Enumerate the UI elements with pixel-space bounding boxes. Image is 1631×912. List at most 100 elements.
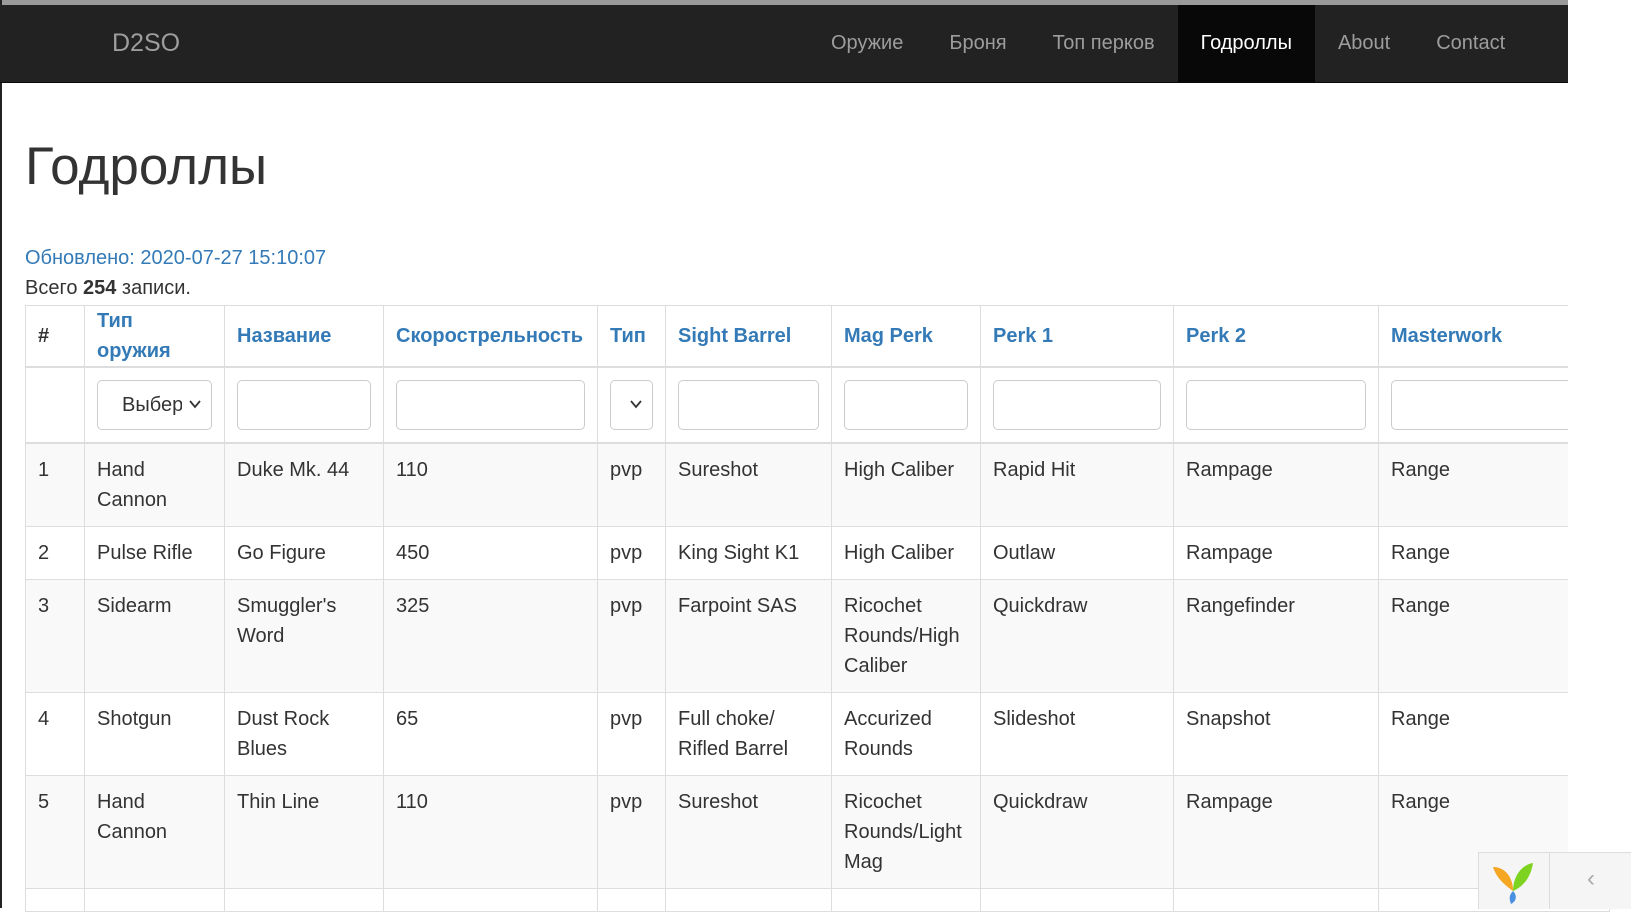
cell-sight-barrel: Sureshot (665, 442, 832, 527)
mag-perk-filter-input[interactable] (844, 380, 968, 430)
cell-mag-perk: Ricochet Rounds/Light Mag (831, 775, 981, 889)
cell-type: pvp (597, 442, 666, 527)
column-header-number: # (25, 305, 85, 368)
chevron-down-icon (189, 400, 201, 409)
cell-number: 5 (25, 775, 85, 889)
filter-cell-perk-1 (980, 366, 1174, 444)
column-header-weapon-type[interactable]: Тип оружия (84, 305, 225, 368)
filter-cell-empty (25, 366, 85, 444)
table-row: 1 Hand Cannon Duke Mk. 44 110 pvp Suresh… (25, 442, 1610, 527)
cell-rpm: 450 (383, 526, 598, 580)
yii-logo-icon (1493, 863, 1533, 904)
debug-toolbar-toggle[interactable]: ‹ (1549, 852, 1631, 909)
cell-name: Duke Mk. 44 (224, 442, 384, 527)
cell-mag-perk: High Caliber (831, 442, 981, 527)
filter-cell-mag-perk (831, 366, 981, 444)
cell-sight-barrel: Full choke/ Rifled Barrel (665, 692, 832, 776)
column-header-perk-2[interactable]: Perk 2 (1173, 305, 1379, 368)
cell-weapon-type: Hand Cannon (84, 775, 225, 889)
page-title: Годроллы (25, 137, 268, 196)
cell-mag-perk: Accurized Rounds (831, 692, 981, 776)
cell-perk-1 (980, 888, 1174, 912)
records-summary: Всего 254 записи. (25, 277, 191, 300)
table-row: 5 Hand Cannon Thin Line 110 pvp Sureshot… (25, 775, 1610, 889)
updated-timestamp: Обновлено: 2020-07-27 15:10:07 (25, 247, 327, 269)
cell-weapon-type: Pulse Rifle (84, 526, 225, 580)
name-filter-input[interactable] (237, 380, 371, 430)
cell-name (224, 888, 384, 912)
cell-perk-2: Rampage (1173, 775, 1379, 889)
column-header-sight-barrel[interactable]: Sight Barrel (665, 305, 832, 368)
nav-item-armor[interactable]: Броня (926, 5, 1029, 82)
filter-cell-rpm (383, 366, 598, 444)
perk-1-filter-input[interactable] (993, 380, 1161, 430)
filter-cell-name (224, 366, 384, 444)
chevron-left-icon: ‹ (1587, 865, 1595, 892)
nav-item-weapons[interactable]: Оружие (808, 5, 926, 82)
cell-weapon-type (84, 888, 225, 912)
summary-count: 254 (83, 277, 117, 299)
cell-perk-1: Quickdraw (980, 579, 1174, 693)
column-header-type[interactable]: Тип (597, 305, 666, 368)
cell-mag-perk (831, 888, 981, 912)
cell-perk-2: Rangefinder (1173, 579, 1379, 693)
filter-cell-weapon-type: Выберите (84, 366, 225, 444)
cell-perk-1: Outlaw (980, 526, 1174, 580)
cell-sight-barrel (665, 888, 832, 912)
table-header-row: # Тип оружия Название Скорострельность Т… (25, 305, 1610, 368)
cell-mag-perk: High Caliber (831, 526, 981, 580)
cell-type: pvp (597, 692, 666, 776)
cell-type (597, 888, 666, 912)
column-header-perk-1[interactable]: Perk 1 (980, 305, 1174, 368)
weapon-type-select[interactable]: Выберите (97, 380, 212, 430)
filter-cell-perk-2 (1173, 366, 1379, 444)
brand-link[interactable]: D2SO (112, 5, 180, 82)
cell-sight-barrel: Farpoint SAS (665, 579, 832, 693)
filter-cell-type (597, 366, 666, 444)
column-header-name[interactable]: Название (224, 305, 384, 368)
cell-name: Go Figure (224, 526, 384, 580)
table-row: 2 Pulse Rifle Go Figure 450 pvp King Sig… (25, 526, 1610, 580)
cell-sight-barrel: King Sight K1 (665, 526, 832, 580)
cell-number (25, 888, 85, 912)
masterwork-filter-input[interactable] (1391, 380, 1597, 430)
godrolls-table: # Тип оружия Название Скорострельность Т… (25, 305, 1610, 912)
table-row: 3 Sidearm Smuggler's Word 325 pvp Farpoi… (25, 579, 1610, 693)
column-header-rpm[interactable]: Скорострельность (383, 305, 598, 368)
cell-number: 2 (25, 526, 85, 580)
cell-type: pvp (597, 579, 666, 693)
nav-item-godrolls[interactable]: Годроллы (1177, 5, 1315, 82)
window-left-edge (0, 0, 2, 908)
perk-2-filter-input[interactable] (1186, 380, 1366, 430)
page-right-margin (1568, 0, 1631, 908)
cell-rpm (383, 888, 598, 912)
cell-number: 1 (25, 442, 85, 527)
cell-type: pvp (597, 775, 666, 889)
cell-number: 4 (25, 692, 85, 776)
nav-item-top-perks[interactable]: Топ перков (1030, 5, 1178, 82)
column-header-mag-perk[interactable]: Mag Perk (831, 305, 981, 368)
summary-suffix: записи. (116, 277, 191, 299)
cell-type: pvp (597, 526, 666, 580)
table-row (25, 888, 1610, 912)
nav-item-about[interactable]: About (1315, 5, 1413, 82)
cell-weapon-type: Sidearm (84, 579, 225, 693)
cell-perk-1: Rapid Hit (980, 442, 1174, 527)
cell-rpm: 110 (383, 442, 598, 527)
cell-name: Smuggler's Word (224, 579, 384, 693)
filter-row: Выберите (25, 366, 1610, 444)
table-row: 4 Shotgun Dust Rock Blues 65 pvp Full ch… (25, 692, 1610, 776)
sight-barrel-filter-input[interactable] (678, 380, 819, 430)
type-select[interactable] (610, 380, 653, 430)
nav-item-contact[interactable]: Contact (1413, 5, 1528, 82)
cell-perk-2: Rampage (1173, 442, 1379, 527)
cell-perk-2: Rampage (1173, 526, 1379, 580)
cell-perk-1: Slideshot (980, 692, 1174, 776)
rpm-filter-input[interactable] (396, 380, 585, 430)
cell-rpm: 110 (383, 775, 598, 889)
cell-perk-1: Quickdraw (980, 775, 1174, 889)
weapon-type-select-value: Выберите (122, 394, 182, 416)
cell-name: Thin Line (224, 775, 384, 889)
navbar: D2SO Оружие Броня Топ перков Годроллы Ab… (0, 5, 1568, 83)
cell-perk-2: Snapshot (1173, 692, 1379, 776)
